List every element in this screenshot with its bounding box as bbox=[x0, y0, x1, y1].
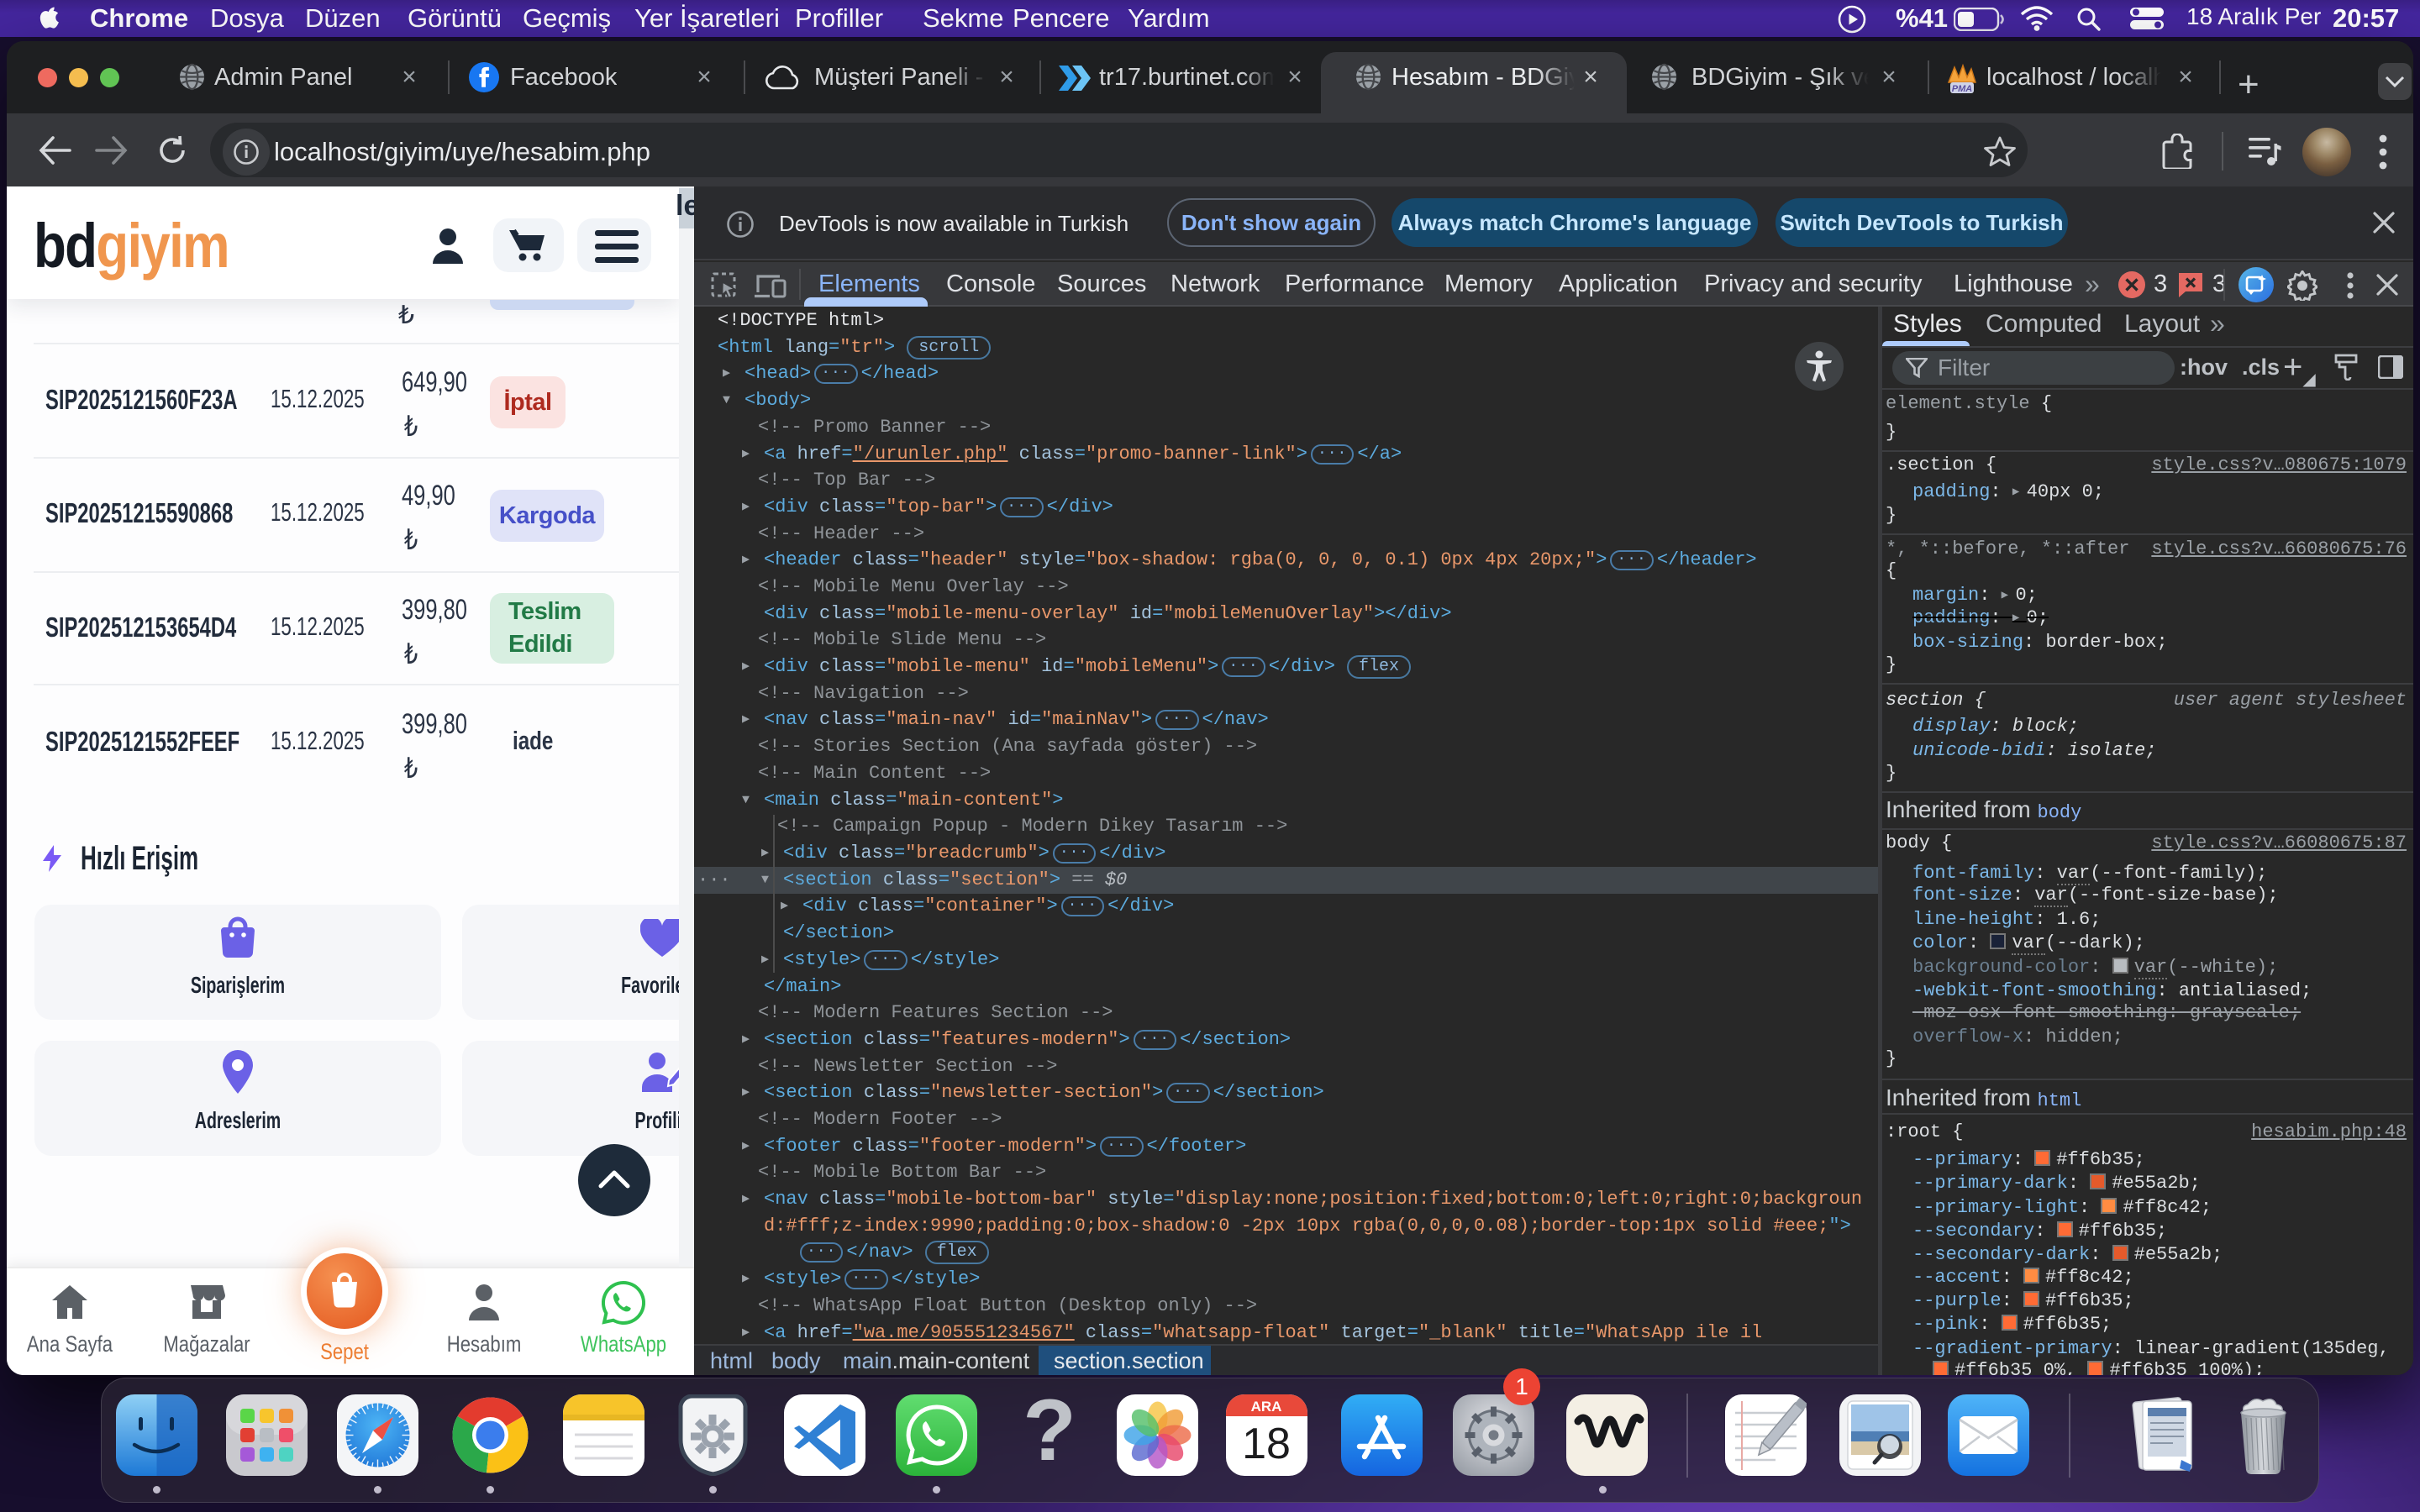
svg-text:?: ? bbox=[1023, 1394, 1076, 1476]
svg-text:PMA: PMA bbox=[1952, 84, 1973, 94]
svg-text:18: 18 bbox=[1242, 1420, 1291, 1468]
svg-text:ARA: ARA bbox=[1251, 1399, 1282, 1415]
